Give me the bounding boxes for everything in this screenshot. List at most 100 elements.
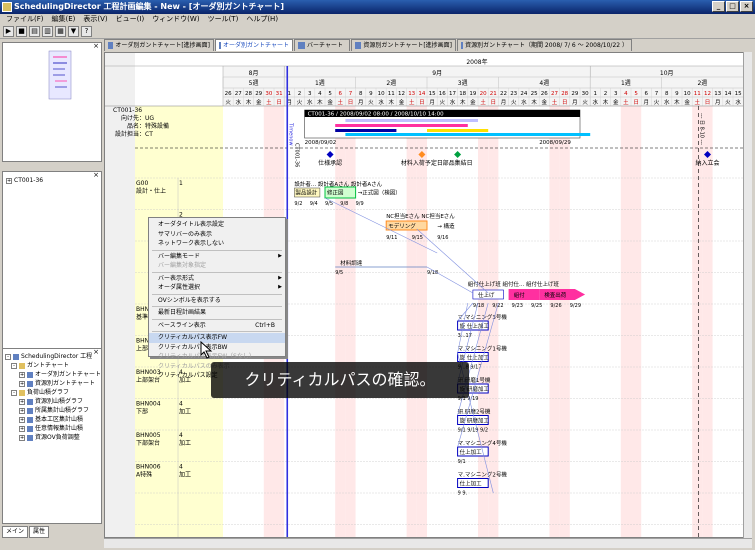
weekday-label: 木 <box>674 98 680 106</box>
expand-icon[interactable]: + <box>19 407 25 414</box>
collapse-icon[interactable]: - <box>5 353 11 360</box>
day-number: 27 <box>551 91 558 97</box>
menu-help[interactable]: ヘルプ(H) <box>242 14 282 25</box>
collapse-icon[interactable]: - <box>11 362 17 369</box>
week-label: 2週 <box>386 79 396 87</box>
menu-item-label: オーダタイトル表示設定 <box>158 221 225 228</box>
weekday-label: 土 <box>409 98 415 106</box>
maximize-button[interactable]: □ <box>726 1 739 12</box>
day-number: 25 <box>531 91 538 97</box>
run-icon[interactable]: ▶ <box>3 26 14 37</box>
copy-icon[interactable]: ▤ <box>29 26 40 37</box>
tree-load[interactable]: - 負荷山積グラフ <box>11 388 101 397</box>
day-number: 4 <box>624 91 628 97</box>
expand-icon[interactable]: + <box>19 416 25 423</box>
bookmark-icon[interactable]: ▼ <box>68 26 79 37</box>
context-menu-item[interactable]: オーダ属性選択 ▶ <box>149 283 285 293</box>
save-icon[interactable]: ■ <box>16 26 27 37</box>
weekend-column <box>416 106 427 537</box>
print-icon[interactable]: ▦ <box>55 26 66 37</box>
summary-bar-pink <box>335 124 468 127</box>
menu-view[interactable]: 表示(V) <box>79 14 111 25</box>
context-menu-item[interactable]: ネットワーク表示しない <box>149 239 285 249</box>
context-menu-item[interactable]: クリティカルパス表示BW <box>149 343 285 353</box>
weekday-label: 木 <box>603 98 609 106</box>
day-number: 23 <box>510 91 517 97</box>
context-menu-item[interactable]: 最新日程計画結果 <box>149 308 285 318</box>
tab-attributes[interactable]: 属性 <box>29 526 50 538</box>
menu-tools[interactable]: ツール(T) <box>204 14 243 25</box>
week-label: 1週 <box>621 79 631 87</box>
horizontal-scrollbar[interactable] <box>104 538 752 548</box>
task-title: 材料調達 <box>340 259 363 267</box>
vertical-scrollbar[interactable] <box>743 52 752 538</box>
tree-order-item[interactable]: + CT001-36 <box>6 176 101 185</box>
context-menu-item[interactable]: サマリバーのみ表示 <box>149 230 285 240</box>
weekday-label: 金 <box>256 98 262 106</box>
tab-bar-chart[interactable]: バーチャート <box>294 39 350 51</box>
mouse-cursor-icon <box>200 341 213 359</box>
tab-label: 資源別ガントチャート[進捗画面] <box>363 42 452 49</box>
task-date: 9/29 <box>570 303 581 309</box>
task-date: 9/26 <box>550 303 561 309</box>
menu-file[interactable]: ファイル(F) <box>2 14 48 25</box>
expand-icon[interactable]: + <box>19 380 25 387</box>
row-name: 設計・仕上 <box>136 187 166 195</box>
expand-icon[interactable]: + <box>19 434 25 441</box>
day-number: 8 <box>359 91 363 97</box>
context-menu-item[interactable]: バー表示形式 ▶ <box>149 274 285 284</box>
menu-window[interactable]: ウィンドウ(W) <box>148 14 203 25</box>
tab-order-gantt-progress[interactable]: オーダ別ガントチャート[進捗画面] <box>104 39 214 51</box>
expand-icon[interactable]: + <box>19 398 25 405</box>
day-number: 27 <box>235 91 242 97</box>
day-number: 30 <box>265 91 272 97</box>
tree-load-item[interactable]: + 資源OV負荷調整 <box>19 433 101 442</box>
tree-order-gantt[interactable]: + オーダ別ガントチャート <box>19 370 101 379</box>
tab-main[interactable]: メイン <box>2 526 29 538</box>
tree-resource-gantt[interactable]: + 資源別ガントチャート <box>19 379 101 388</box>
milestone-label: 部品集結日 <box>443 159 473 167</box>
tree-load-item[interactable]: + 資源別山積グラフ <box>19 397 101 406</box>
paste-icon[interactable]: ▥ <box>42 26 53 37</box>
weekday-label: 金 <box>470 98 476 106</box>
menu-item-label: ベースライン表示 <box>158 321 206 329</box>
chart-icon <box>355 42 362 49</box>
tree-load-item[interactable]: + 基本工区集計山積 <box>19 415 101 424</box>
weekend-column <box>406 106 417 537</box>
close-icon[interactable]: × <box>93 43 99 50</box>
tree-load-item[interactable]: + 所属集計山積グラフ <box>19 406 101 415</box>
weekday-label: 木 <box>531 98 537 106</box>
summary-bar-navy <box>335 129 397 132</box>
context-menu-item[interactable]: クリティカルパス表示FW <box>149 333 285 343</box>
close-icon[interactable]: × <box>93 172 99 179</box>
tab-order-gantt[interactable]: オーダ別ガントチャート <box>215 39 293 51</box>
context-menu-item[interactable]: ベースライン表示 Ctrl+B <box>149 321 285 331</box>
tree-gantt[interactable]: - ガントチャート <box>11 361 101 370</box>
tab-resource-gantt-progress[interactable]: 資源別ガントチャート[進捗画面] <box>351 39 456 51</box>
expand-icon[interactable]: + <box>19 371 25 378</box>
context-menu-item[interactable]: OVシンボルを表示する <box>149 296 285 306</box>
day-number: 14 <box>724 91 731 97</box>
weekday-label: 木 <box>389 98 395 106</box>
menu-edit[interactable]: 編集(E) <box>48 14 80 25</box>
collapse-icon[interactable]: - <box>11 389 17 396</box>
task-label: →正式図（検図） <box>358 189 401 197</box>
tab-resource-gantt-period[interactable]: 資源別ガントチャート（期間 2008/ 7/ 6 ～ 2008/10/22 ） <box>457 39 632 51</box>
context-menu-item[interactable]: バー編集モード ▶ <box>149 252 285 262</box>
menu-viewi[interactable]: ビュー(I) <box>112 14 149 25</box>
expand-icon[interactable]: + <box>6 177 12 184</box>
menu-item-label: 最新日程計画結果 <box>158 309 207 316</box>
task-label: 旋 仕上加工 <box>460 322 490 330</box>
app-icon <box>13 353 19 360</box>
overview-thumbnail[interactable] <box>3 43 101 161</box>
day-number: 29 <box>571 91 578 97</box>
close-icon[interactable]: × <box>93 349 99 356</box>
context-menu-item[interactable]: オーダタイトル表示設定 <box>149 220 285 230</box>
minimize-button[interactable]: _ <box>712 1 725 12</box>
help-icon[interactable]: ? <box>81 26 92 37</box>
weekend-column <box>559 106 570 537</box>
close-button[interactable]: × <box>740 1 753 12</box>
expand-icon[interactable]: + <box>19 425 25 432</box>
tree-root[interactable]: - SchedulingDirector 工程 <box>5 352 101 361</box>
tree-load-item[interactable]: + 任意情報集計山積 <box>19 424 101 433</box>
